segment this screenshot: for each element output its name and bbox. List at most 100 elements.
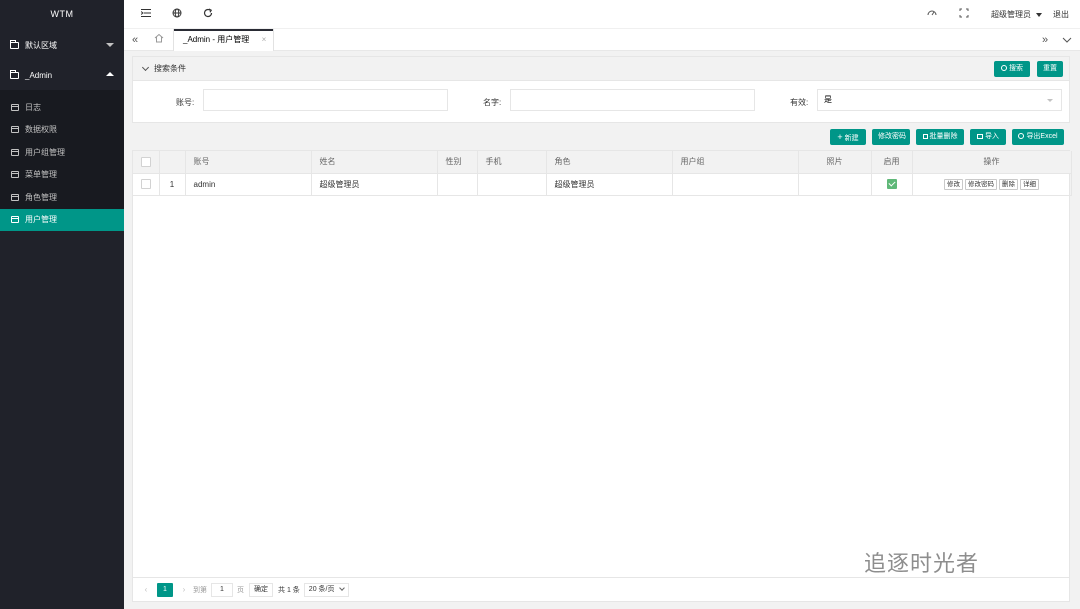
column-header-account: 账号 xyxy=(185,151,312,174)
import-icon xyxy=(977,134,983,139)
checkbox-icon xyxy=(140,179,151,189)
tabs-scroll-right-icon[interactable]: » xyxy=(1034,29,1056,51)
delete-button[interactable]: 删除 xyxy=(999,178,1018,190)
sidebar-item-role[interactable]: 角色管理 xyxy=(0,186,124,209)
checkbox-icon xyxy=(140,156,151,167)
search-panel-header[interactable]: 搜索条件 搜索 重置 xyxy=(133,57,1069,81)
folder-icon xyxy=(11,126,19,134)
goto-page-input[interactable]: 1 xyxy=(211,582,233,597)
sidebar-item-label: 用户组管理 xyxy=(25,147,65,157)
row-index: 1 xyxy=(159,173,186,196)
home-icon[interactable] xyxy=(152,33,166,47)
batch-delete-label: 批量删除 xyxy=(929,133,958,140)
sidebar-item-label: 数据权限 xyxy=(25,125,57,135)
change-password-row-button[interactable]: 修改密码 xyxy=(965,178,997,190)
valid-select[interactable]: 是 xyxy=(817,89,1062,111)
sidebar-group-label: _Admin xyxy=(25,70,53,80)
sidebar-item-label: 日志 xyxy=(25,102,41,112)
details-button[interactable]: 详细 xyxy=(1020,178,1039,190)
sidebar-group-default[interactable]: 默认区域 xyxy=(0,30,124,60)
account-label: 账号: xyxy=(176,98,195,107)
topbar: 超级管理员 退出 xyxy=(124,0,1080,29)
page-size-value: 20 条/页 xyxy=(308,585,335,593)
column-header-enabled: 启用 xyxy=(871,151,913,174)
account-input[interactable] xyxy=(203,89,448,111)
row-account: admin xyxy=(185,173,312,196)
watermark-text: 追逐时光者 xyxy=(864,551,980,576)
row-photo xyxy=(798,173,872,196)
refresh-icon[interactable] xyxy=(202,8,214,20)
sidebar-subnav: 日志 数据权限 用户组管理 菜单管理 角色管理 用户管理 xyxy=(0,90,124,231)
search-panel-title: 搜索条件 xyxy=(154,64,186,73)
page-unit-label: 页 xyxy=(237,586,244,594)
import-label: 导入 xyxy=(985,133,999,140)
sidebar-item-log[interactable]: 日志 xyxy=(0,96,124,119)
user-name: 超级管理员 xyxy=(991,10,1031,19)
folder-icon xyxy=(11,103,19,111)
folder-icon xyxy=(10,39,19,49)
sidebar-item-label: 角色管理 xyxy=(25,192,57,202)
row-actions: 修改 修改密码 删除 详细 xyxy=(912,173,1072,196)
globe-icon[interactable] xyxy=(171,8,183,20)
goto-confirm-button[interactable]: 确定 xyxy=(249,582,273,597)
column-header-actions: 操作 xyxy=(912,151,1072,174)
column-header-role: 角色 xyxy=(546,151,673,174)
page-size-select[interactable]: 20 条/页 xyxy=(303,582,350,597)
change-password-button[interactable]: 修改密码 xyxy=(872,129,910,145)
sidebar-group-label: 默认区域 xyxy=(25,40,57,50)
caret-down-icon xyxy=(106,43,114,47)
search-icon xyxy=(1001,65,1007,71)
action-toolbar: + 新建 修改密码 批量删除 导入 导出Excel xyxy=(132,128,1070,146)
column-header-gender: 性别 xyxy=(437,151,478,174)
row-checkbox[interactable] xyxy=(133,173,160,196)
search-button-label: 搜索 xyxy=(1009,65,1023,72)
row-role: 超级管理员 xyxy=(546,173,673,196)
checked-icon xyxy=(886,179,897,189)
current-page[interactable]: 1 xyxy=(157,582,173,597)
name-input[interactable] xyxy=(510,89,755,111)
column-header-photo: 照片 xyxy=(798,151,872,174)
reset-button[interactable]: 重置 xyxy=(1037,61,1063,77)
export-label: 导出Excel xyxy=(1026,133,1058,140)
column-header-index xyxy=(159,151,186,174)
tab-label: _Admin - 用户管理 xyxy=(183,35,250,44)
sidebar: WTM 默认区域 _Admin 日志 数据权限 用户组管理 菜单管理 角色管理 … xyxy=(0,0,124,609)
search-button[interactable]: 搜索 xyxy=(994,61,1030,77)
goto-label: 到第 xyxy=(193,586,207,594)
tab-admin-user[interactable]: _Admin - 用户管理 × xyxy=(173,29,275,51)
sidebar-item-label: 用户管理 xyxy=(25,215,57,225)
sidebar-item-label: 菜单管理 xyxy=(25,170,57,180)
tabs-dropdown-icon[interactable] xyxy=(1056,29,1078,51)
search-form: 账号: 名字: 有效: 是 xyxy=(133,81,1069,123)
folder-icon xyxy=(11,193,19,201)
edit-button[interactable]: 修改 xyxy=(944,178,963,190)
logout-link[interactable]: 退出 xyxy=(1053,0,1069,29)
next-page-icon[interactable]: › xyxy=(177,585,191,594)
valid-label: 有效: xyxy=(790,98,809,107)
table-row: 1 admin 超级管理员 超级管理员 修改 修改密码 删除 详细 xyxy=(133,173,1072,196)
import-button[interactable]: 导入 xyxy=(970,129,1006,145)
table-header-row: 账号 姓名 性别 手机 角色 用户组 照片 启用 操作 xyxy=(133,151,1072,174)
row-enabled xyxy=(871,173,913,196)
sidebar-item-menu[interactable]: 菜单管理 xyxy=(0,164,124,187)
new-button-label: 新建 xyxy=(844,135,859,142)
fullscreen-icon[interactable] xyxy=(958,8,970,20)
sidebar-item-data-privilege[interactable]: 数据权限 xyxy=(0,119,124,142)
user-menu[interactable]: 超级管理员 xyxy=(991,0,1043,29)
export-excel-button[interactable]: 导出Excel xyxy=(1012,129,1064,145)
row-group xyxy=(672,173,799,196)
theme-icon[interactable] xyxy=(926,8,938,20)
tab-close-icon[interactable]: × xyxy=(262,29,267,51)
tabs-scroll-left-icon[interactable]: « xyxy=(124,29,146,51)
prev-page-icon[interactable]: ‹ xyxy=(139,585,153,594)
batch-delete-button[interactable]: 批量删除 xyxy=(916,129,964,145)
select-all-checkbox[interactable] xyxy=(133,151,160,174)
user-table: 账号 姓名 性别 手机 角色 用户组 照片 启用 操作 1 admin 超级管理… xyxy=(132,150,1072,602)
sidebar-item-user[interactable]: 用户管理 xyxy=(0,208,124,231)
sidebar-group-admin[interactable]: _Admin xyxy=(0,60,124,90)
sidebar-item-user-group[interactable]: 用户组管理 xyxy=(0,141,124,164)
download-icon xyxy=(1018,133,1025,139)
new-button[interactable]: + 新建 xyxy=(830,129,866,145)
caret-down-icon xyxy=(1036,12,1043,17)
menu-fold-icon[interactable] xyxy=(140,8,152,20)
